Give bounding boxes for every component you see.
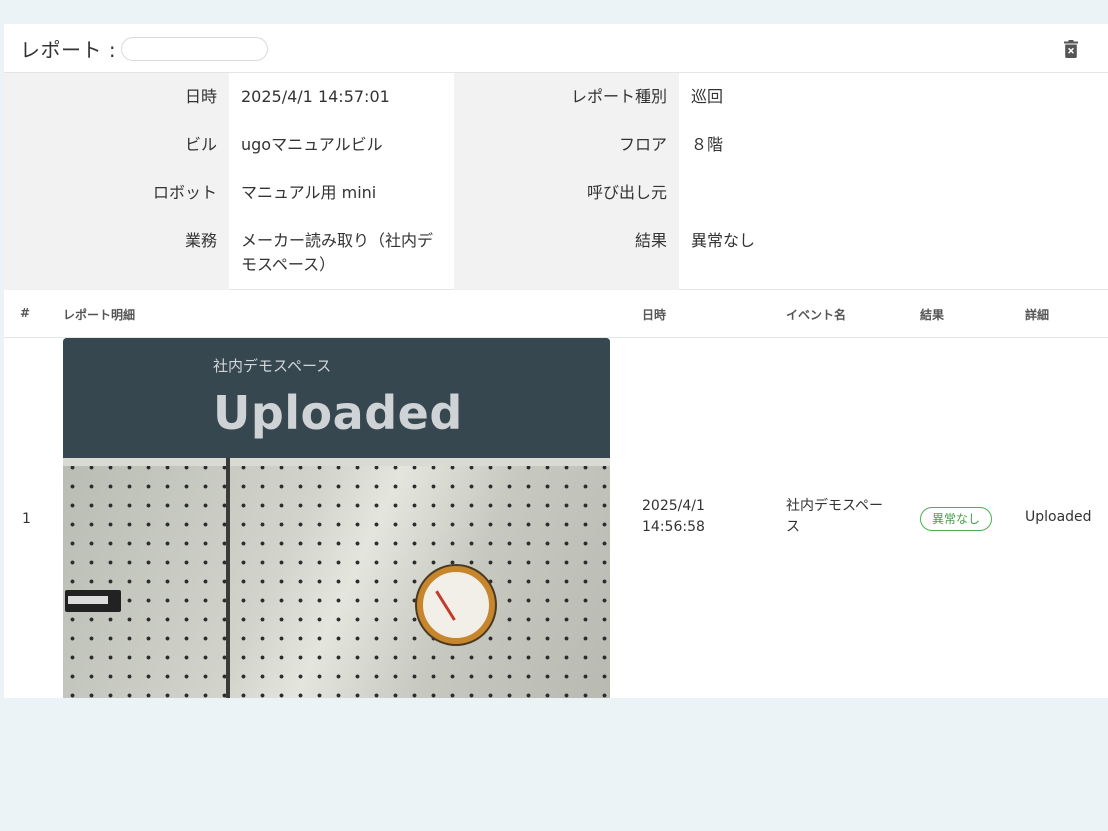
report-type-label: レポート種別 [570, 87, 667, 106]
col-event: イベント名 [786, 308, 847, 322]
gauge-needle [435, 590, 456, 621]
report-thumbnail[interactable]: 社内デモスペース Uploaded [63, 338, 610, 698]
device-image [65, 590, 121, 612]
report-header: レポート : [4, 24, 1108, 73]
report-title: レポート : [20, 37, 117, 62]
col-datetime: 日時 [642, 308, 667, 322]
report-panel: レポート : 日時 2025/4/1 14:57:01 レポート種別 巡回 ビル… [4, 24, 1108, 698]
floor-value: ８階 [691, 135, 724, 154]
caller-label: 呼び出し元 [586, 183, 667, 202]
thumbnail-title: Uploaded [213, 386, 463, 440]
building-value: ugoマニュアルビル [241, 135, 383, 154]
photo-seam [226, 458, 230, 698]
row-time: 14:56:58 [642, 519, 705, 535]
thermometer-gauge-image [417, 566, 495, 644]
result-value: 異常なし [691, 231, 756, 250]
robot-label: ロボット [152, 183, 217, 202]
col-index: # [20, 306, 31, 320]
detail-table-header: # レポート明細 日時 イベント名 結果 詳細 [4, 290, 1108, 338]
row-event-line2: ス [786, 519, 800, 535]
floor-label: フロア [618, 135, 667, 154]
row-date: 2025/4/1 [642, 498, 705, 514]
photo-top-strip [63, 458, 610, 466]
report-type-value: 巡回 [691, 87, 724, 106]
task-value-line2: モスペース） [241, 255, 336, 274]
result-status-badge: 異常なし [920, 507, 993, 531]
task-value-line1: メーカー読み取り（社内デ [241, 231, 434, 250]
col-detail: レポート明細 [63, 308, 136, 322]
row-index: 1 [22, 511, 31, 527]
col-info: 詳細 [1025, 308, 1050, 322]
thumbnail-subtitle: 社内デモスペース [213, 357, 332, 375]
building-label: ビル [184, 135, 217, 154]
row-event-line1: 社内デモスペー [786, 498, 884, 514]
row-detail-link[interactable]: Uploaded [1025, 507, 1092, 528]
task-label: 業務 [184, 231, 217, 250]
result-label: 結果 [634, 231, 667, 250]
table-row: 1 社内デモスペース Uploaded 2025/4/1 14:56:58 社内… [4, 338, 1108, 698]
pegboard-photo [63, 458, 610, 698]
report-info-grid: 日時 2025/4/1 14:57:01 レポート種別 巡回 ビル ugoマニュ… [4, 73, 1108, 290]
datetime-label: 日時 [184, 87, 217, 106]
report-name-input[interactable] [121, 37, 269, 61]
delete-icon[interactable] [1064, 40, 1078, 58]
robot-value: マニュアル用 mini [241, 183, 377, 202]
col-result: 結果 [920, 308, 945, 322]
datetime-value: 2025/4/1 14:57:01 [241, 87, 390, 106]
